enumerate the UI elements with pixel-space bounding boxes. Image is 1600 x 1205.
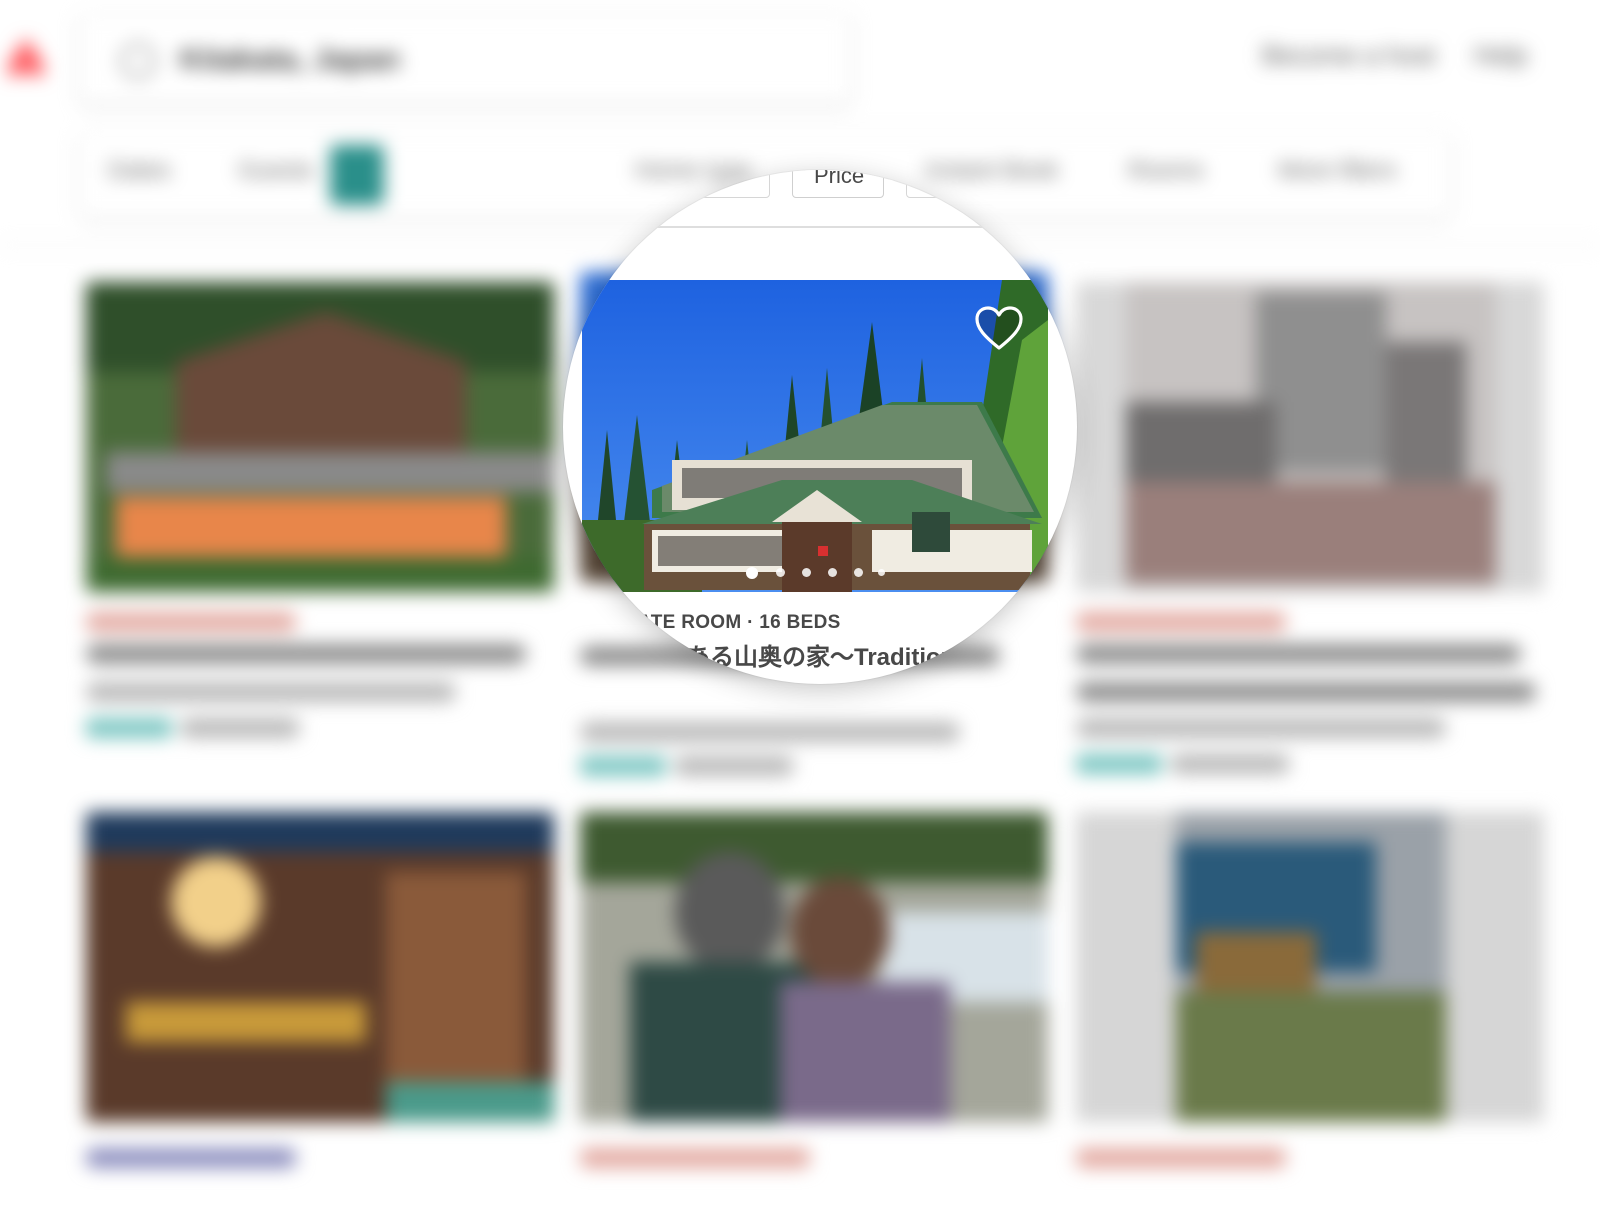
carousel-dot[interactable] — [802, 568, 811, 577]
listing-title-line — [1076, 644, 1521, 664]
carousel-dot[interactable] — [776, 568, 785, 577]
listing-photo[interactable] — [1076, 282, 1544, 592]
filter-price-label: Price — [813, 170, 865, 188]
listing-reviews — [1170, 754, 1290, 774]
filter-rooms-button[interactable]: Rooms — [1128, 157, 1204, 185]
listing-price-line — [1076, 718, 1446, 738]
listing-badge — [86, 718, 172, 738]
listing-photo[interactable] — [580, 812, 1048, 1122]
search-input[interactable]: Kitakata, Japan — [180, 43, 400, 77]
listing-meta — [86, 1148, 296, 1168]
selected-filter-marker[interactable] — [330, 145, 384, 205]
listing-meta — [580, 1148, 810, 1168]
carousel-dot[interactable] — [854, 568, 863, 577]
listing-room-type: PRIVATE ROOM · 16 BEDS — [594, 612, 841, 633]
carousel-dot[interactable] — [878, 569, 885, 576]
carousel-dot-active[interactable] — [746, 567, 758, 579]
listing-reviews — [180, 718, 300, 738]
filter-pill-edge[interactable] — [906, 170, 1066, 198]
listing-reviews — [674, 756, 794, 776]
listing-photo[interactable] — [86, 812, 554, 1122]
listing-price-line — [580, 722, 960, 742]
search-bar[interactable]: Kitakata, Japan — [80, 15, 850, 103]
heart-save-icon[interactable] — [974, 306, 1024, 352]
help-link[interactable]: Help — [1474, 40, 1527, 71]
listing-meta — [86, 612, 296, 632]
listing-title-line — [1076, 682, 1536, 702]
filter-price-button[interactable]: Price — [792, 170, 884, 198]
filter-guests-button[interactable]: Guests — [238, 157, 314, 185]
filter-pill-edge[interactable] — [610, 170, 770, 198]
listing-meta — [1076, 1148, 1286, 1168]
become-host-link[interactable]: Become a host — [1262, 40, 1435, 71]
listing-badge — [580, 756, 666, 776]
listing-meta — [1076, 612, 1286, 632]
listing-photo[interactable] — [86, 282, 554, 592]
listing-badge — [1076, 754, 1162, 774]
carousel-dot[interactable] — [828, 568, 837, 577]
header-divider — [563, 226, 1077, 228]
listing-title-line — [86, 644, 526, 664]
listing-price-line — [86, 682, 456, 702]
filter-more-button[interactable]: More filters — [1278, 157, 1397, 185]
search-icon — [120, 43, 156, 79]
filter-dates-button[interactable]: Dates — [108, 157, 171, 185]
listing-title[interactable]: 囲炉裏のある山奥の家〜Traditional Japanese Houses〜 — [590, 640, 1070, 684]
magnifier-lens: Price PRIVATE ROOM · 16 BEDS 囲炉裏のある山奥の家〜… — [563, 170, 1077, 684]
brand-logo-icon[interactable] — [0, 32, 52, 82]
listing-photo[interactable] — [1076, 812, 1544, 1122]
